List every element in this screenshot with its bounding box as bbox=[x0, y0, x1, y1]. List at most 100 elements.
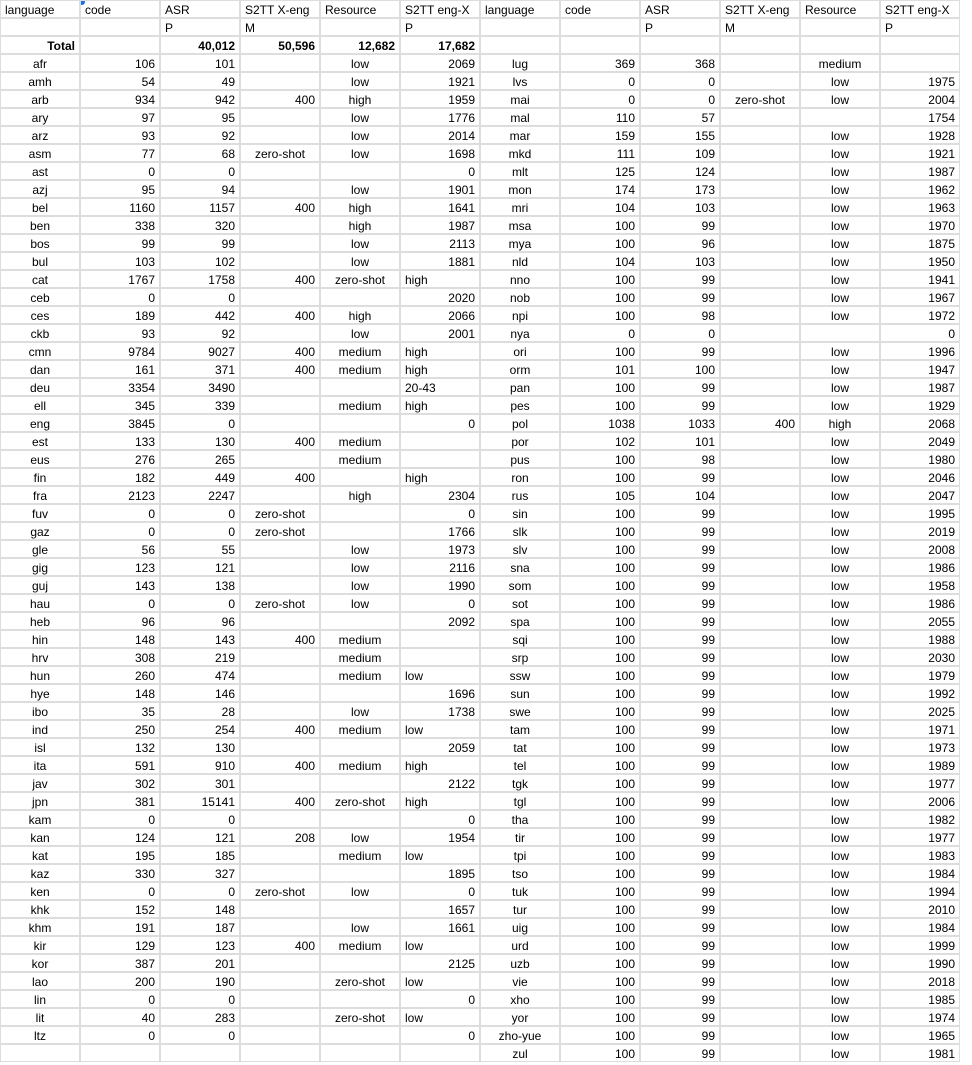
cell[interactable]: 0 bbox=[160, 522, 240, 540]
cell[interactable]: 442 bbox=[160, 306, 240, 324]
cell[interactable] bbox=[720, 936, 800, 954]
cell[interactable]: P bbox=[160, 18, 240, 36]
cell[interactable] bbox=[320, 378, 400, 396]
cell[interactable]: P bbox=[880, 18, 960, 36]
cell[interactable]: gaz bbox=[0, 522, 80, 540]
cell[interactable]: 2014 bbox=[400, 126, 480, 144]
cell[interactable]: ASR bbox=[640, 0, 720, 18]
cell[interactable] bbox=[320, 288, 400, 306]
cell[interactable] bbox=[240, 1008, 320, 1026]
cell[interactable] bbox=[720, 234, 800, 252]
cell[interactable]: low bbox=[800, 864, 880, 882]
cell[interactable] bbox=[720, 738, 800, 756]
cell[interactable]: 99 bbox=[80, 234, 160, 252]
cell[interactable]: 106 bbox=[80, 54, 160, 72]
cell[interactable] bbox=[720, 72, 800, 90]
cell[interactable]: 100 bbox=[560, 396, 640, 414]
cell[interactable]: nld bbox=[480, 252, 560, 270]
cell[interactable]: 400 bbox=[240, 342, 320, 360]
cell[interactable]: 2047 bbox=[880, 486, 960, 504]
cell[interactable]: 15141 bbox=[160, 792, 240, 810]
cell[interactable]: 1038 bbox=[560, 414, 640, 432]
cell[interactable] bbox=[720, 1008, 800, 1026]
cell[interactable]: 0 bbox=[560, 90, 640, 108]
cell[interactable]: 100 bbox=[560, 378, 640, 396]
cell[interactable]: hye bbox=[0, 684, 80, 702]
cell[interactable]: low bbox=[400, 972, 480, 990]
cell[interactable]: 100 bbox=[560, 630, 640, 648]
cell[interactable]: 2068 bbox=[880, 414, 960, 432]
cell[interactable]: low bbox=[800, 1026, 880, 1044]
cell[interactable]: 3490 bbox=[160, 378, 240, 396]
cell[interactable]: 301 bbox=[160, 774, 240, 792]
cell[interactable]: vie bbox=[480, 972, 560, 990]
cell[interactable]: 0 bbox=[400, 414, 480, 432]
cell[interactable] bbox=[720, 522, 800, 540]
cell[interactable]: 99 bbox=[640, 216, 720, 234]
cell[interactable] bbox=[480, 36, 560, 54]
cell[interactable]: kat bbox=[0, 846, 80, 864]
cell[interactable] bbox=[720, 792, 800, 810]
cell[interactable]: 100 bbox=[560, 972, 640, 990]
cell[interactable]: high bbox=[320, 486, 400, 504]
cell[interactable]: ron bbox=[480, 468, 560, 486]
cell[interactable]: low bbox=[800, 954, 880, 972]
cell[interactable]: 132 bbox=[80, 738, 160, 756]
cell[interactable]: 1881 bbox=[400, 252, 480, 270]
cell[interactable]: 2092 bbox=[400, 612, 480, 630]
cell[interactable]: pol bbox=[480, 414, 560, 432]
cell[interactable]: 1738 bbox=[400, 702, 480, 720]
cell[interactable]: eus bbox=[0, 450, 80, 468]
cell[interactable]: 28 bbox=[160, 702, 240, 720]
cell[interactable] bbox=[720, 972, 800, 990]
cell[interactable]: zero-shot bbox=[320, 972, 400, 990]
cell[interactable]: 100 bbox=[560, 234, 640, 252]
cell[interactable]: low bbox=[320, 324, 400, 342]
cell[interactable]: 100 bbox=[560, 522, 640, 540]
cell[interactable] bbox=[0, 1044, 80, 1062]
cell[interactable]: 0 bbox=[160, 288, 240, 306]
cell[interactable]: 308 bbox=[80, 648, 160, 666]
cell[interactable]: 1641 bbox=[400, 198, 480, 216]
cell[interactable]: low bbox=[320, 594, 400, 612]
cell[interactable]: 100 bbox=[560, 990, 640, 1008]
cell[interactable]: 1758 bbox=[160, 270, 240, 288]
cell[interactable]: 0 bbox=[400, 594, 480, 612]
cell[interactable]: 98 bbox=[640, 306, 720, 324]
cell[interactable]: high bbox=[320, 306, 400, 324]
cell[interactable]: mkd bbox=[480, 144, 560, 162]
cell[interactable]: 99 bbox=[640, 342, 720, 360]
cell[interactable]: 100 bbox=[560, 306, 640, 324]
cell[interactable]: 2069 bbox=[400, 54, 480, 72]
cell[interactable]: 9027 bbox=[160, 342, 240, 360]
cell[interactable]: 1977 bbox=[880, 774, 960, 792]
cell[interactable]: 387 bbox=[80, 954, 160, 972]
cell[interactable]: cmn bbox=[0, 342, 80, 360]
cell[interactable]: guj bbox=[0, 576, 80, 594]
cell[interactable]: 1994 bbox=[880, 882, 960, 900]
cell[interactable] bbox=[320, 414, 400, 432]
cell[interactable] bbox=[720, 954, 800, 972]
cell[interactable] bbox=[240, 396, 320, 414]
cell[interactable]: 0 bbox=[80, 522, 160, 540]
cell[interactable]: 0 bbox=[80, 1026, 160, 1044]
cell[interactable]: kaz bbox=[0, 864, 80, 882]
cell[interactable]: 1033 bbox=[640, 414, 720, 432]
cell[interactable] bbox=[720, 324, 800, 342]
cell[interactable]: 99 bbox=[640, 720, 720, 738]
cell[interactable]: 101 bbox=[560, 360, 640, 378]
cell[interactable]: medium bbox=[800, 54, 880, 72]
cell[interactable]: lit bbox=[0, 1008, 80, 1026]
cell[interactable]: 2055 bbox=[880, 612, 960, 630]
cell[interactable]: ckb bbox=[0, 324, 80, 342]
cell[interactable]: low bbox=[320, 54, 400, 72]
cell[interactable] bbox=[240, 216, 320, 234]
cell[interactable]: low bbox=[800, 486, 880, 504]
cell[interactable]: ori bbox=[480, 342, 560, 360]
cell[interactable]: bul bbox=[0, 252, 80, 270]
cell[interactable]: 339 bbox=[160, 396, 240, 414]
cell[interactable]: jpn bbox=[0, 792, 80, 810]
cell[interactable]: 96 bbox=[640, 234, 720, 252]
cell[interactable]: 102 bbox=[160, 252, 240, 270]
cell[interactable] bbox=[320, 684, 400, 702]
